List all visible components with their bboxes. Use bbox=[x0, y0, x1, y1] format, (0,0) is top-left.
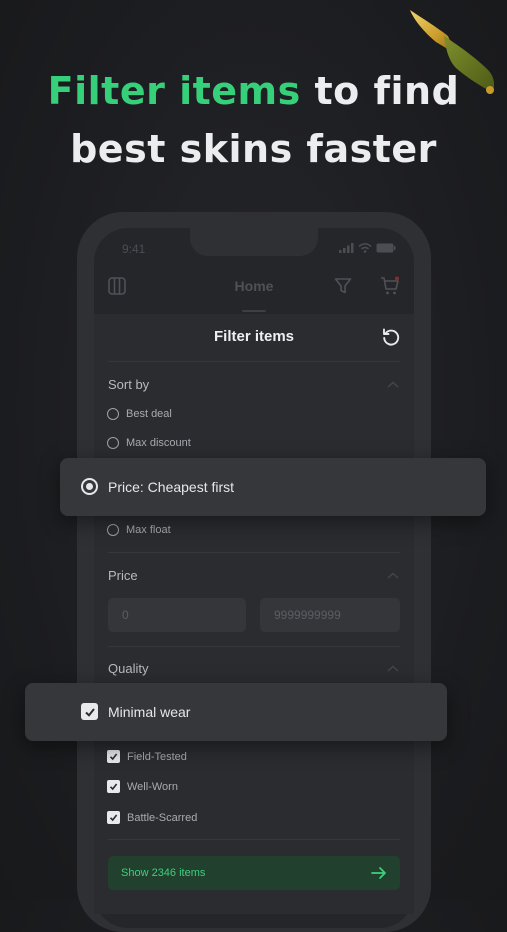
headline-line-2: best skins faster bbox=[70, 127, 437, 171]
option-label: Minimal wear bbox=[108, 703, 191, 720]
quality-option-minimal-wear[interactable]: Minimal wear bbox=[25, 683, 447, 741]
reset-icon[interactable] bbox=[381, 327, 401, 347]
checkbox-checked bbox=[81, 703, 98, 720]
radio-unselected bbox=[107, 524, 119, 536]
filter-title: Filter items bbox=[213, 328, 295, 345]
sort-by-label: Sort by bbox=[108, 377, 150, 392]
show-items-label: Show 2346 items bbox=[121, 867, 206, 879]
checkbox-checked bbox=[107, 780, 120, 793]
status-icons bbox=[339, 243, 396, 253]
option-label: Max float bbox=[126, 524, 171, 536]
quality-label: Quality bbox=[108, 661, 149, 676]
sort-option-max-discount[interactable]: Max discount bbox=[107, 437, 191, 449]
option-label: Max discount bbox=[126, 437, 191, 449]
checkbox-checked bbox=[107, 750, 120, 763]
radio-unselected bbox=[107, 408, 119, 420]
arrow-right-icon bbox=[371, 867, 386, 879]
divider bbox=[108, 839, 400, 840]
sort-option-cheapest-first[interactable]: Price: Cheapest first bbox=[60, 458, 486, 516]
check-icon bbox=[109, 753, 118, 761]
chevron-up-icon[interactable] bbox=[386, 664, 400, 674]
filter-sheet: Filter items Sort by Best deal Max disco… bbox=[94, 314, 414, 914]
chevron-up-icon[interactable] bbox=[386, 380, 400, 390]
status-bar: 9:41 bbox=[94, 238, 414, 260]
radio-unselected bbox=[107, 437, 119, 449]
wifi-icon bbox=[358, 243, 372, 253]
option-label: Well-Worn bbox=[127, 780, 178, 793]
radio-selected bbox=[81, 478, 98, 495]
divider bbox=[108, 646, 400, 647]
show-items-button[interactable]: Show 2346 items bbox=[108, 856, 400, 890]
price-max-input[interactable]: 9999999999 bbox=[260, 598, 400, 632]
sort-option-max-float[interactable]: Max float bbox=[107, 524, 171, 536]
check-icon bbox=[109, 783, 118, 791]
quality-option-field-tested[interactable]: Field-Tested bbox=[107, 750, 187, 763]
price-label: Price bbox=[108, 568, 138, 583]
option-label: Best deal bbox=[126, 408, 172, 420]
quality-option-well-worn[interactable]: Well-Worn bbox=[107, 780, 178, 793]
option-label: Price: Cheapest first bbox=[108, 478, 235, 495]
knife-skin-icon bbox=[410, 10, 495, 94]
checkbox-checked bbox=[107, 811, 120, 824]
app-bar-title: Home bbox=[234, 278, 274, 294]
chevron-up-icon[interactable] bbox=[386, 571, 400, 581]
signal-icon bbox=[339, 243, 354, 253]
divider bbox=[108, 552, 400, 553]
quality-option-battle-scarred[interactable]: Battle-Scarred bbox=[107, 811, 197, 824]
sort-option-best-deal[interactable]: Best deal bbox=[107, 408, 172, 420]
app-bar-indicator bbox=[242, 310, 266, 312]
price-min-input[interactable]: 0 bbox=[108, 598, 246, 632]
check-icon bbox=[109, 814, 118, 822]
status-time: 9:41 bbox=[122, 242, 146, 256]
headline-accent: Filter items bbox=[47, 69, 301, 113]
app-bar: Home bbox=[94, 270, 414, 312]
cart-icon[interactable] bbox=[380, 276, 400, 296]
option-label: Field-Tested bbox=[127, 750, 187, 763]
battery-icon bbox=[376, 243, 396, 253]
option-label: Battle-Scarred bbox=[127, 811, 198, 824]
divider bbox=[108, 361, 400, 362]
filter-icon[interactable] bbox=[334, 277, 352, 295]
check-icon bbox=[84, 707, 95, 717]
